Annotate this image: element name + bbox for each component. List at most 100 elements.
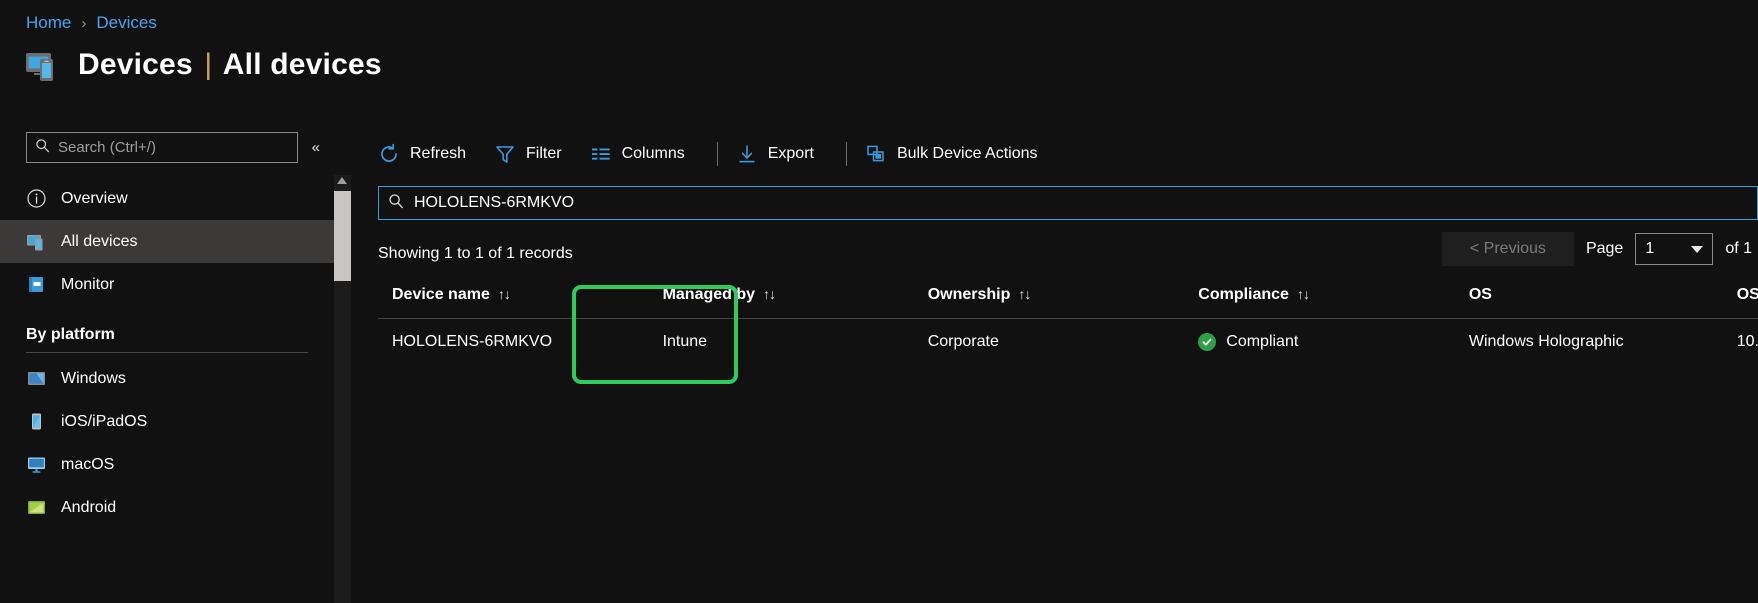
sidebar-item-label: All devices [61,232,138,250]
column-label: Device name [392,286,490,303]
sidebar-item-macos[interactable]: macOS [0,443,334,486]
sidebar-item-label: Overview [61,189,128,207]
bulk-device-actions-label: Bulk Device Actions [896,145,1038,162]
column-label: Compliance [1198,286,1289,303]
page-title-text: Devices | All devices [78,48,382,82]
sort-arrows-icon[interactable]: ↑↓ [1297,286,1310,302]
devices-all-devices-page: Home › Devices Devices | All devices Sea… [0,0,1758,603]
device-search-value: HOLOLENS-6RMKVO [414,194,575,211]
refresh-button[interactable]: Refresh [378,137,480,171]
cell-compliance: Compliant [1184,319,1455,366]
grid-search-row: HOLOLENS-6RMKVO [351,176,1758,220]
column-header-device-name[interactable]: Device name ↑↓ [378,272,649,319]
main-content: Refresh Filter Columns Export Bulk Devic… [351,120,1758,603]
filter-icon [494,143,516,165]
column-label: Ownership [927,286,1011,303]
export-download-icon [736,143,758,165]
search-icon [388,193,404,214]
sidebar-section-divider [26,352,308,353]
filter-button[interactable]: Filter [494,137,576,171]
devices-icon [26,231,47,252]
records-count: Showing 1 to 1 of 1 records [378,245,573,262]
page-title-separator: | [204,48,213,81]
sidebar-item-label: Windows [61,369,126,387]
sidebar-search-row: Search (Ctrl+/) « [0,120,334,163]
export-button-label: Export [767,145,814,162]
pagination: < Previous Page 1 of 1 [1441,232,1758,266]
sort-arrows-icon[interactable]: ↑↓ [763,286,776,302]
total-pages-label: of 1 [1725,240,1752,257]
sidebar-item-label: macOS [61,455,115,473]
breadcrumb-separator-icon: › [81,14,87,32]
bulk-actions-icon [865,143,887,165]
device-search-input[interactable]: HOLOLENS-6RMKVO [378,186,1758,220]
filter-button-label: Filter [526,145,562,162]
sidebar-item-label: iOS/iPadOS [61,412,148,430]
column-header-ownership[interactable]: Ownership ↑↓ [913,272,1185,319]
column-header-compliance[interactable]: Compliance ↑↓ [1184,272,1455,319]
windows-icon [26,368,47,389]
column-label: OS version [1736,286,1758,303]
collapse-sidebar-button[interactable]: « [308,137,324,158]
sidebar: Search (Ctrl+/) « Overview All devices M… [0,120,334,603]
table-row[interactable]: HOLOLENS-6RMKVO Intune Corporate Complia… [378,319,1758,366]
refresh-icon [378,143,400,165]
column-label: OS [1468,286,1492,303]
previous-page-button[interactable]: < Previous [1441,232,1574,266]
compliance-status-text: Compliant [1226,333,1299,350]
refresh-button-label: Refresh [410,145,467,162]
toolbar-divider [716,142,718,166]
column-label: Managed by [662,286,756,303]
ios-device-icon [26,411,47,432]
sidebar-item-label: Android [61,498,117,516]
breadcrumb-home[interactable]: Home [26,13,71,33]
sort-arrows-icon[interactable]: ↑↓ [1018,286,1031,302]
columns-button-label: Columns [621,145,685,162]
page-title-main: Devices [78,48,193,81]
cell-os: Windows Holographic [1468,333,1624,350]
sidebar-item-windows[interactable]: Windows [0,357,334,400]
scroll-up-arrow-icon[interactable] [337,177,347,184]
table-header-row: Device name ↑↓ Managed by ↑↓ Ownership ↑↓ C… [378,272,1758,319]
sidebar-item-overview[interactable]: Overview [0,177,334,220]
scrollbar-thumb[interactable] [334,191,351,281]
breadcrumb: Home › Devices [26,13,157,33]
search-input[interactable]: Search (Ctrl+/) [26,132,298,163]
bulk-device-actions-button[interactable]: Bulk Device Actions [865,137,1052,171]
column-header-managed-by[interactable]: Managed by ↑↓ [648,272,914,319]
android-icon [26,497,47,518]
page-number-select[interactable]: 1 [1635,233,1714,265]
columns-icon [590,143,612,165]
cell-device-name[interactable]: HOLOLENS-6RMKVO [378,319,649,366]
toolbar: Refresh Filter Columns Export Bulk Devic… [351,120,1758,176]
monitor-book-icon [26,274,47,295]
column-header-os-version[interactable]: OS version↑↓ [1722,272,1758,319]
page-label: Page [1585,240,1624,257]
column-header-os[interactable]: OS [1454,272,1723,319]
sidebar-item-android[interactable]: Android [0,486,334,529]
devices-icon [24,46,62,84]
info-circle-icon [26,188,47,209]
macos-icon [26,454,47,475]
cell-managed-by: Intune [662,333,708,350]
cell-os-version: 10.0.19041.1128 [1736,333,1758,350]
page-title-sub: All devices [222,48,382,81]
page-title: Devices | All devices [24,46,382,84]
sidebar-scrollbar[interactable] [334,175,351,603]
breadcrumb-devices[interactable]: Devices [96,13,156,33]
sidebar-item-ios-ipados[interactable]: iOS/iPadOS [0,400,334,443]
chevron-down-icon [1691,245,1704,253]
search-input-placeholder: Search (Ctrl+/) [58,139,156,156]
sidebar-item-label: Monitor [61,275,115,293]
export-button[interactable]: Export [736,137,828,171]
devices-table: Device name ↑↓ Managed by ↑↓ Ownership ↑↓ C… [378,272,1758,365]
sort-arrows-icon[interactable]: ↑↓ [498,286,511,302]
compliant-check-icon [1198,333,1217,351]
search-icon [35,138,50,158]
columns-button[interactable]: Columns [590,137,699,171]
sidebar-section-by-platform: By platform [26,326,115,343]
sidebar-item-monitor[interactable]: Monitor [0,263,334,306]
toolbar-divider [845,142,847,166]
page-number-value: 1 [1645,240,1655,257]
sidebar-item-all-devices[interactable]: All devices [0,220,334,263]
